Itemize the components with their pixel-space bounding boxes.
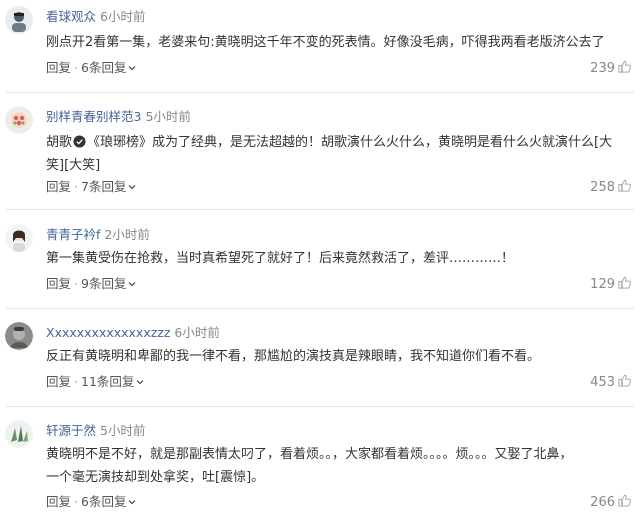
chevron-down-icon: [128, 185, 136, 190]
timestamp: 5小时前: [145, 109, 191, 124]
comment-text: 刚点开2看第一集，老婆来句:黄晓明这千年不变的死表情。好像没毛病，吓得我两看老版…: [46, 35, 605, 50]
divider: [6, 308, 634, 309]
like-button[interactable]: 258: [590, 178, 632, 197]
like-count: 129: [590, 277, 615, 292]
separator: ·: [74, 374, 78, 389]
comment-text-part: 笑][大笑]: [46, 158, 101, 173]
like-count: 258: [590, 180, 615, 195]
divider: [6, 406, 634, 407]
reply-button[interactable]: 回复: [46, 60, 71, 75]
thumbs-up-icon: [618, 60, 631, 73]
like-count: 239: [590, 61, 615, 76]
verified-badge-icon: [73, 135, 86, 148]
thumbs-up-icon: [618, 374, 631, 387]
comment-text-part: 《琅琊榜》成为了经典，是无法超越的！胡歌演什么火什么，黄晓明是看什么火就演什么[…: [87, 135, 613, 150]
username[interactable]: 看球观众: [46, 9, 96, 24]
comment-text: 反正有黄晓明和卑鄙的我一律不看，那尴尬的演技真是辣眼睛，我不知道你们看不看。: [46, 349, 541, 364]
like-button[interactable]: 239: [590, 59, 632, 78]
chevron-down-icon: [136, 380, 144, 385]
avatar[interactable]: [5, 106, 33, 134]
like-button[interactable]: 129: [590, 275, 632, 294]
replies-count: 6条回复: [81, 60, 127, 75]
replies-toggle[interactable]: 7条回复: [81, 179, 137, 194]
chevron-down-icon: [128, 66, 136, 71]
reply-button[interactable]: 回复: [46, 374, 71, 389]
separator: ·: [74, 276, 78, 291]
chevron-down-icon: [128, 500, 136, 505]
reply-button[interactable]: 回复: [46, 179, 71, 194]
replies-count: 7条回复: [81, 179, 127, 194]
replies-count: 9条回复: [81, 276, 127, 291]
comment-text-part: 胡歌: [46, 135, 73, 150]
like-button[interactable]: 266: [590, 493, 632, 512]
replies-toggle[interactable]: 11条回复: [81, 374, 145, 389]
username[interactable]: Xxxxxxxxxxxxxxzzz: [46, 325, 170, 340]
username[interactable]: 青青子衿f: [46, 227, 100, 242]
comment-list: 看球观众 6小时前 刚点开2看第一集，老婆来句:黄晓明这千年不变的死表情。好像没毛…: [0, 0, 640, 520]
like-button[interactable]: 453: [590, 373, 632, 392]
comment-text: 第一集黄受伤在抢救，当时真希望死了就好了！后来竟然救活了，差评…………！: [46, 251, 515, 266]
thumbs-up-icon: [618, 494, 631, 507]
comment-text-part: 黄晓明不是不好，就是那副表情太叼了，看着烦。。，大家都看着烦。。。。烦。。。又娶…: [46, 447, 573, 462]
avatar[interactable]: [5, 420, 33, 448]
like-count: 266: [590, 495, 615, 510]
timestamp: 2小时前: [104, 227, 150, 242]
timestamp: 6小时前: [174, 325, 220, 340]
thumbs-up-icon: [618, 276, 631, 289]
replies-count: 11条回复: [81, 374, 135, 389]
chevron-down-icon: [128, 282, 136, 287]
timestamp: 5小时前: [100, 423, 146, 438]
username[interactable]: 轩源于然: [46, 423, 96, 438]
avatar[interactable]: [5, 224, 33, 252]
replies-toggle[interactable]: 6条回复: [81, 60, 137, 75]
avatar[interactable]: [5, 6, 33, 34]
separator: ·: [74, 60, 78, 75]
thumbs-up-icon: [618, 179, 631, 192]
divider: [6, 209, 634, 210]
replies-toggle[interactable]: 6条回复: [81, 494, 137, 509]
separator: ·: [74, 494, 78, 509]
divider: [6, 92, 634, 93]
timestamp: 6小时前: [100, 9, 146, 24]
reply-button[interactable]: 回复: [46, 276, 71, 291]
avatar[interactable]: [5, 322, 33, 350]
like-count: 453: [590, 375, 615, 390]
comment-text: 黄晓明不是不好，就是那副表情太叼了，看着烦。。，大家都看着烦。。。。烦。。。又娶…: [46, 443, 628, 489]
comment-text-part: 一个毫无演技却到处拿奖，吐[震惊]。: [46, 470, 265, 485]
separator: ·: [74, 179, 78, 194]
replies-toggle[interactable]: 9条回复: [81, 276, 137, 291]
username[interactable]: 别样青春别样范3: [46, 109, 141, 124]
replies-count: 6条回复: [81, 494, 127, 509]
reply-button[interactable]: 回复: [46, 494, 71, 509]
comment-text: 胡歌 《琅琊榜》成为了经典，是无法超越的！胡歌演什么火什么，黄晓明是看什么火就演什…: [46, 131, 628, 177]
